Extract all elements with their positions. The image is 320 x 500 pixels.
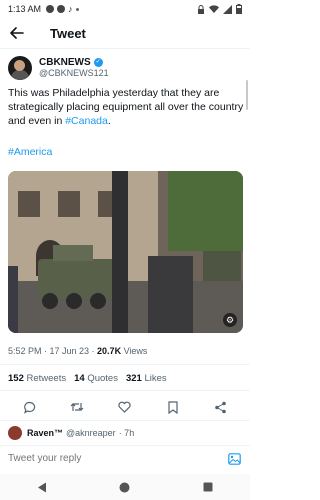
- quotes-label: Quotes: [87, 373, 118, 384]
- bookmark-button[interactable]: [165, 399, 181, 415]
- messenger-icon: [46, 5, 55, 13]
- reply-author-name: Raven™: [27, 428, 64, 438]
- meta-divider: [0, 364, 250, 365]
- page-title: Tweet: [50, 25, 86, 41]
- reply-time: · 7h: [118, 428, 135, 438]
- share-button[interactable]: [212, 399, 228, 415]
- square-recents-icon: [203, 482, 213, 492]
- views-count: 20.7K: [97, 346, 122, 356]
- signal-icon: [223, 4, 232, 14]
- tiktok-icon: ♪: [68, 4, 73, 14]
- dot-icon: [75, 7, 79, 11]
- tweet-media-video[interactable]: ⚙: [8, 171, 243, 333]
- share-icon: [214, 401, 226, 413]
- reply-icon: [24, 401, 36, 414]
- circle-home-icon: [119, 482, 130, 492]
- like-icon: [118, 401, 132, 413]
- retweets-label: Retweets: [26, 373, 67, 384]
- tweet-actions: [0, 397, 250, 417]
- system-icons: [197, 4, 242, 14]
- likes-count: 321: [125, 373, 142, 384]
- nav-back-button[interactable]: [32, 477, 52, 497]
- reply-preview[interactable]: Raven™ @aknreaper · 7h: [8, 425, 242, 441]
- actions-divider: [0, 420, 250, 421]
- bookmark-icon: [167, 400, 178, 414]
- tweet-author: CBKNEWS ✓ @CBKNEWS121: [8, 55, 242, 81]
- lock-icon: [198, 4, 204, 14]
- like-button[interactable]: [117, 399, 133, 415]
- reply-avatar: [8, 426, 22, 440]
- nav-recents-button[interactable]: [198, 477, 218, 497]
- quotes-stat[interactable]: 14 Quotes: [74, 373, 118, 384]
- wifi-icon: [209, 4, 219, 13]
- views-label: Views: [121, 346, 148, 356]
- retweet-icon: [70, 403, 84, 411]
- author-handle[interactable]: @CBKNEWS121: [39, 68, 109, 79]
- tweet-text-body: This was Philadelphia yesterday that the…: [8, 87, 244, 127]
- likes-label: Likes: [144, 373, 167, 384]
- messenger-icon: [57, 5, 66, 13]
- reply-author-handle: @aknreaper: [66, 428, 116, 438]
- header-divider: [0, 48, 250, 49]
- system-nav-bar: [0, 474, 250, 500]
- reply-composer: [0, 445, 250, 471]
- settings-gear-icon[interactable]: ⚙: [223, 313, 237, 327]
- tweet-timestamp: 5:52 PM · 17 Jun 23 · 20.7K Views: [8, 346, 147, 356]
- battery-icon: [236, 4, 242, 14]
- tweet-text: This was Philadelphia yesterday that the…: [8, 86, 244, 128]
- retweets-count: 152: [8, 373, 24, 384]
- hashtag-link-america[interactable]: #America: [8, 146, 52, 158]
- likes-stat[interactable]: 321 Likes: [126, 373, 167, 384]
- image-icon: [227, 452, 241, 465]
- author-names: CBKNEWS ✓ @CBKNEWS121: [39, 57, 109, 79]
- add-image-button[interactable]: [226, 451, 242, 467]
- notification-icons: ♪: [46, 4, 79, 14]
- status-time: 1:13 AM: [8, 4, 42, 14]
- hashtag-link-canada[interactable]: #Canada: [65, 115, 108, 127]
- tweet-time: 5:52 PM · 17 Jun 23 ·: [8, 346, 98, 356]
- retweets-stat[interactable]: 152 Retweets: [8, 373, 66, 384]
- scrollbar[interactable]: [246, 80, 248, 110]
- nav-home-button[interactable]: [115, 477, 135, 497]
- reply-input[interactable]: [8, 453, 208, 464]
- back-button[interactable]: [10, 24, 28, 42]
- arrow-left-icon: [10, 27, 24, 39]
- quotes-count: 14: [74, 373, 85, 384]
- avatar[interactable]: [8, 56, 32, 80]
- author-name-row[interactable]: CBKNEWS ✓: [39, 57, 109, 68]
- tweet-text-end: .: [107, 115, 111, 127]
- verified-badge-icon: ✓: [93, 58, 103, 67]
- app-header: Tweet: [0, 18, 250, 48]
- retweet-button[interactable]: [69, 399, 85, 415]
- stats-divider: [0, 390, 250, 391]
- status-bar: 1:13 AM ♪: [0, 0, 250, 18]
- author-name: CBKNEWS: [39, 57, 91, 68]
- tweet-stats: 152 Retweets 14 Quotes 321 Likes: [8, 373, 167, 384]
- reply-button[interactable]: [22, 399, 38, 415]
- triangle-back-icon: [37, 482, 46, 492]
- video-frame: [8, 171, 243, 333]
